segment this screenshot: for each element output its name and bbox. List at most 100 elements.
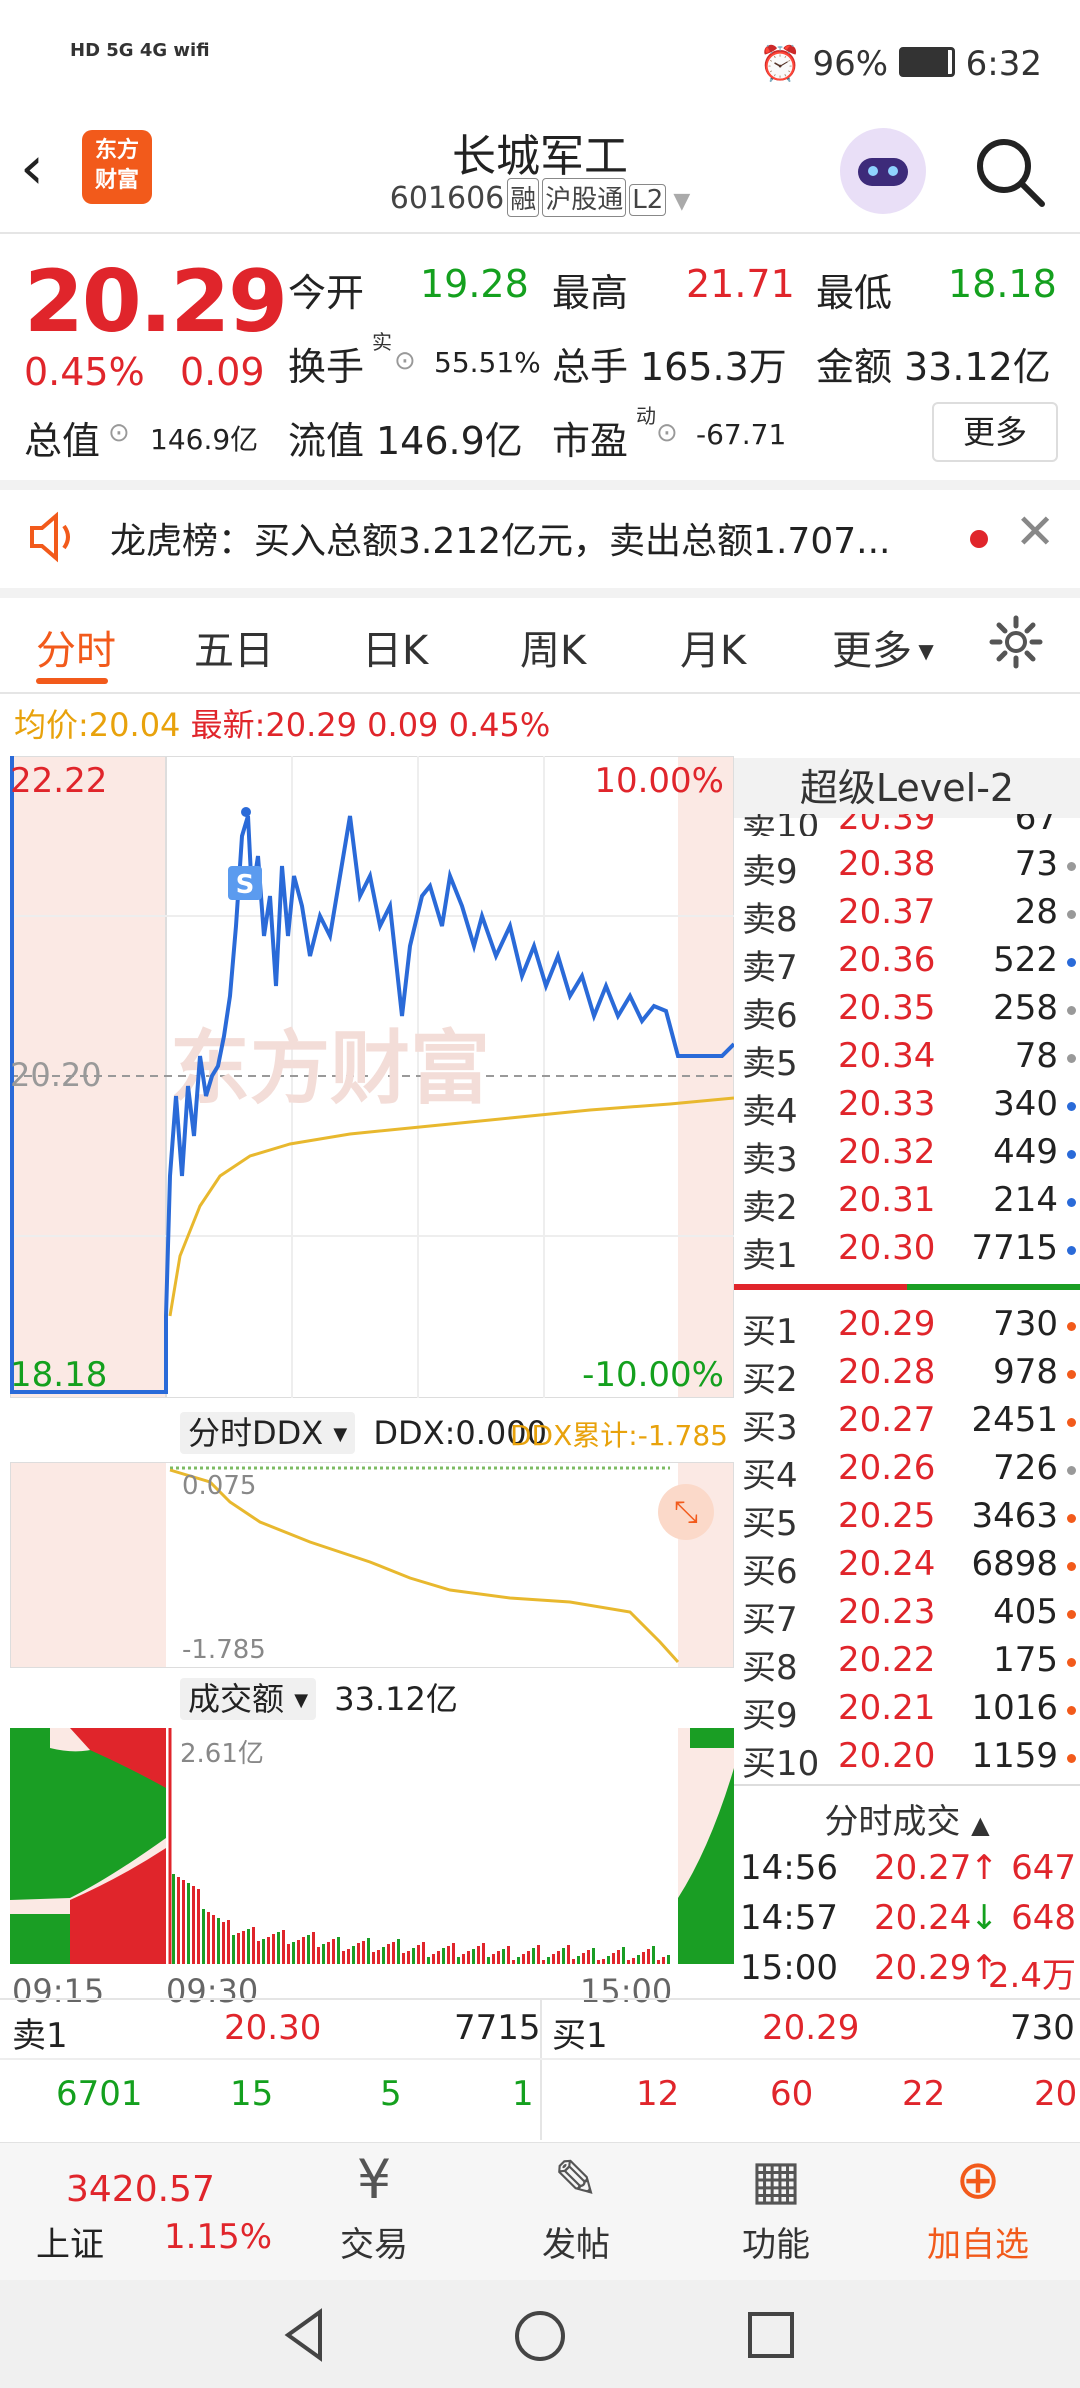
more-button[interactable]: 更多	[932, 402, 1058, 462]
low-value: 18.18	[948, 262, 1057, 306]
ask-row[interactable]: 卖6 20.35 258	[734, 988, 1080, 1036]
volume-bar	[272, 1934, 275, 1964]
clock: 6:32	[965, 44, 1042, 84]
buy-queue-0: 12	[636, 2074, 680, 2114]
bid-row[interactable]: 买8 20.22 175	[734, 1640, 1080, 1688]
bid-row[interactable]: 买2 20.28 978	[734, 1352, 1080, 1400]
bid-row[interactable]: 买1 20.29 730	[734, 1304, 1080, 1352]
tab-weekly-k[interactable]: 周K	[520, 618, 586, 676]
ask-volume: 214	[993, 1180, 1058, 1220]
tab-monthly-k[interactable]: 月K	[680, 618, 746, 676]
ask-row[interactable]: 卖5 20.34 78	[734, 1036, 1080, 1084]
search-icon[interactable]	[970, 132, 1050, 212]
stock-code: 601606	[389, 181, 505, 216]
back-icon[interactable]: ‹	[20, 138, 44, 198]
index-pct: 1.15%	[164, 2217, 273, 2257]
bid-volume: 730	[993, 1304, 1058, 1344]
bid-volume: 726	[993, 1448, 1058, 1488]
home-circle-icon[interactable]	[512, 2308, 568, 2364]
recents-square-icon[interactable]	[746, 2310, 796, 2360]
volume-bar	[647, 1949, 650, 1964]
ask-label: 卖9	[742, 852, 798, 892]
ask-row[interactable]: 卖1 20.30 7715	[734, 1228, 1080, 1276]
sell1-label: 卖1	[12, 2016, 68, 2056]
nav-post[interactable]: ✎ 发帖	[486, 2143, 666, 2266]
ask-row[interactable]: 卖2 20.31 214	[734, 1180, 1080, 1228]
settings-icon[interactable]	[988, 614, 1044, 670]
nav-add-watchlist[interactable]: ⊕ 加自选	[888, 2143, 1068, 2266]
tab-five-day[interactable]: 五日	[194, 618, 274, 676]
ask-row[interactable]: 卖7 20.36 522	[734, 940, 1080, 988]
buy1-label: 买1	[552, 2016, 608, 2056]
volume-bar	[592, 1948, 595, 1964]
assistant-avatar-icon[interactable]	[840, 128, 926, 214]
close-icon[interactable]: ✕	[1015, 504, 1055, 560]
order-book-title[interactable]: 超级Level-2	[734, 758, 1080, 818]
amount-selector[interactable]: 成交额 ▼	[180, 1678, 317, 1720]
volume-bar	[247, 1929, 250, 1964]
volume-bar	[292, 1942, 295, 1964]
tab-more[interactable]: 更多 ▼	[832, 618, 934, 676]
ask-volume: 449	[993, 1132, 1058, 1172]
ask-dot-icon	[1067, 862, 1076, 871]
ddx-selector[interactable]: 分时DDX ▼	[180, 1412, 356, 1454]
float-label: 流值	[288, 419, 365, 463]
volume-bar	[282, 1930, 285, 1964]
bid-row[interactable]: 买6 20.24 6898	[734, 1544, 1080, 1592]
bid-row[interactable]: 买5 20.25 3463	[734, 1496, 1080, 1544]
section-gap	[0, 588, 1080, 598]
ddx-bottom-label: -1.785	[182, 1635, 266, 1665]
app-logo[interactable]: 东方财富	[82, 130, 152, 204]
expand-icon[interactable]: ⤡	[674, 1495, 698, 1530]
news-banner[interactable]: 龙虎榜：买入总额3.212亿元，卖出总额1.707... ✕	[0, 488, 1080, 588]
grid-icon: ▦	[750, 2148, 802, 2211]
order-book: 超级Level-2 卖10 20.39 67 卖9 20.38 73 卖8 20.37 2…	[734, 758, 1080, 1996]
volume-bar	[532, 1948, 535, 1964]
ask-price: 20.36	[838, 940, 936, 980]
ddx-chart[interactable]: ⤡ 0.075 -1.785	[10, 1462, 734, 1668]
volume-bar	[217, 1918, 220, 1964]
info-icon[interactable]: ⊙	[108, 418, 130, 448]
turnover-sup: 实	[372, 330, 392, 354]
volume-bar	[232, 1935, 235, 1964]
info-icon[interactable]: ⊙	[394, 346, 416, 376]
bid-row[interactable]: 买9 20.21 1016	[734, 1688, 1080, 1736]
ask-row[interactable]: 卖4 20.33 340	[734, 1084, 1080, 1132]
trade-price: 20.27	[874, 1848, 972, 1888]
back-triangle-icon[interactable]	[280, 2308, 330, 2362]
trade-row: 15:00 20.29 ↑ 2.4万	[734, 1948, 1080, 1998]
index-ticker[interactable]: 3420.57 上证 1.15%	[0, 2143, 272, 2281]
volume-bar	[317, 1947, 320, 1964]
bid-row[interactable]: 买4 20.26 726	[734, 1448, 1080, 1496]
bid-row[interactable]: 买10 20.20 1159	[734, 1736, 1080, 1784]
ask-row[interactable]: 卖8 20.37 28	[734, 892, 1080, 940]
trade-price: 20.24	[874, 1898, 972, 1938]
ask-volume: 340	[993, 1084, 1058, 1124]
bid-price: 20.23	[838, 1592, 936, 1632]
volume-bar	[487, 1957, 490, 1964]
ddx-top-label: 0.075	[182, 1471, 256, 1501]
nav-trade[interactable]: ¥ 交易	[284, 2143, 464, 2266]
bottom-nav: 3420.57 上证 1.15% ¥ 交易 ✎ 发帖 ▦ 功能 ⊕ 加自选	[0, 2142, 1080, 2281]
info-icon[interactable]: ⊙	[656, 418, 678, 448]
ask-row[interactable]: 卖3 20.32 449	[734, 1132, 1080, 1180]
tab-daily-k[interactable]: 日K	[362, 618, 428, 676]
bid-row[interactable]: 买3 20.27 2451	[734, 1400, 1080, 1448]
trade-direction-icon: ↑	[970, 1848, 999, 1888]
volume-label: 总手	[552, 345, 629, 389]
trades-title[interactable]: 分时成交 ▲	[734, 1794, 1080, 1843]
bid-volume: 175	[993, 1640, 1058, 1680]
bid-row[interactable]: 买7 20.23 405	[734, 1592, 1080, 1640]
amount-chart[interactable]: 2.61亿	[10, 1728, 734, 1964]
intraday-chart[interactable]: 东方财富 S 22.22 20.20 18.18 10.00% -10.00%	[10, 756, 734, 1398]
strategy-marker[interactable]: S	[236, 870, 255, 900]
volume-bar	[192, 1886, 195, 1964]
volume-bar	[327, 1942, 330, 1964]
nav-functions[interactable]: ▦ 功能	[686, 2143, 866, 2266]
volume-bar	[477, 1946, 480, 1964]
ask-price: 20.32	[838, 1132, 936, 1172]
tab-intraday[interactable]: 分时	[36, 618, 116, 676]
axis-bottom-price: 18.18	[10, 1355, 107, 1395]
ask-row[interactable]: 卖9 20.38 73	[734, 844, 1080, 892]
volume-bar	[302, 1937, 305, 1964]
